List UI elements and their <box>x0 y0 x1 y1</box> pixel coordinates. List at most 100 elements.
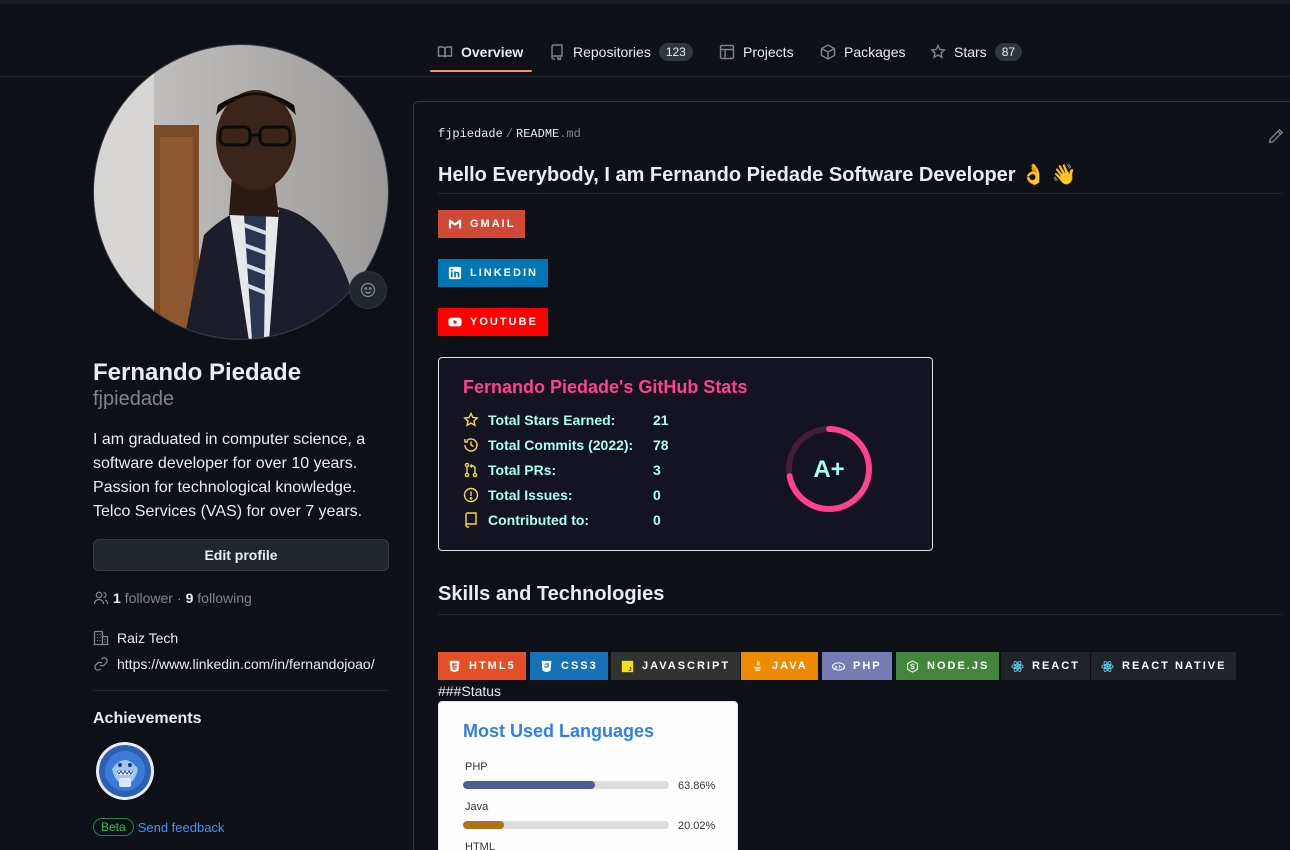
tab-label: Packages <box>844 44 906 60</box>
language-bar-track <box>463 781 669 789</box>
profile-bio: I am graduated in computer science, a so… <box>93 428 393 524</box>
nodejs-icon <box>907 659 918 673</box>
tab-overview[interactable]: Overview <box>437 41 523 63</box>
website-row: https://www.linkedin.com/in/fernandojoao… <box>93 656 375 672</box>
readme-breadcrumb: fjpiedade / README.md <box>438 127 581 141</box>
stat-value: 0 <box>653 487 661 503</box>
tab-repositories[interactable]: Repositories 123 <box>549 41 693 63</box>
javascript-icon: JS <box>621 660 634 672</box>
breadcrumb-separator: / <box>505 127 514 141</box>
react-badge[interactable]: REACT <box>1001 652 1090 680</box>
language-name: PHP <box>465 761 488 773</box>
java-icon <box>754 659 761 671</box>
pencil-icon <box>1268 128 1284 144</box>
languages-title: Most Used Languages <box>463 721 655 741</box>
language-bar-fill <box>463 781 595 789</box>
badge-label: LINKEDIN <box>470 267 538 279</box>
followers-label: follower <box>124 590 173 606</box>
tab-projects[interactable]: Projects <box>719 41 794 63</box>
issue-icon <box>463 487 479 503</box>
stat-value: 0 <box>653 512 661 528</box>
readme-file-ext: .md <box>559 127 581 141</box>
beta-badge: Beta <box>93 818 134 836</box>
dot-separator: · <box>176 590 182 606</box>
html5-badge[interactable]: HTML5 <box>438 652 526 680</box>
javascript-badge[interactable]: JS JAVASCRIPT <box>611 652 741 680</box>
table-icon <box>719 44 735 60</box>
repo-count-badge: 123 <box>658 43 693 61</box>
react-icon <box>1011 660 1024 672</box>
followers-link[interactable]: 1 follower <box>113 590 173 606</box>
stat-label: Total Commits (2022): <box>488 437 634 453</box>
readme-file-link[interactable]: README.md <box>516 127 581 141</box>
rank-grade: A+ <box>813 456 844 483</box>
send-feedback-link[interactable]: Send feedback <box>138 820 225 835</box>
tab-label: Stars <box>954 44 987 60</box>
company-row: Raiz Tech <box>93 630 178 646</box>
edit-profile-button[interactable]: Edit profile <box>93 539 389 571</box>
repo-icon <box>549 44 565 60</box>
stat-label: Total Issues: <box>488 487 573 503</box>
php-badge[interactable]: php PHP <box>822 652 892 680</box>
react-native-badge[interactable]: REACT NATIVE <box>1091 652 1237 680</box>
tab-stars[interactable]: Stars 87 <box>930 41 1023 63</box>
following-label: following <box>197 590 252 606</box>
star-icon <box>463 412 479 427</box>
bio-line: software developer for over 10 years. <box>93 455 358 472</box>
stat-value: 21 <box>653 412 669 428</box>
java-badge[interactable]: JAVA <box>741 652 818 680</box>
badge-label: GMAIL <box>470 218 516 230</box>
youtube-badge[interactable]: YOUTUBE <box>438 308 548 336</box>
people-icon <box>93 591 109 605</box>
tab-label: Overview <box>461 44 524 60</box>
nodejs-badge[interactable]: NODE.JS <box>896 652 1000 680</box>
stat-row-contributed: Contributed to: 0 <box>463 510 661 530</box>
following-link[interactable]: 9 following <box>186 590 252 606</box>
heading-rule <box>438 614 1283 615</box>
rank-circle: A+ <box>786 426 872 512</box>
php-icon: php <box>832 661 845 671</box>
stat-row-stars: Total Stars Earned: 21 <box>463 410 669 430</box>
history-icon <box>464 438 478 452</box>
language-name: HTML <box>465 841 495 850</box>
stats-title: Fernando Piedade's GitHub Stats <box>463 377 748 397</box>
set-status-button[interactable] <box>349 271 387 309</box>
badge-label: PHP <box>853 660 882 672</box>
gmail-badge[interactable]: GMAIL <box>438 210 526 238</box>
readme-file-name: README <box>516 127 560 141</box>
avatar[interactable] <box>93 44 389 340</box>
youtube-icon <box>448 317 462 327</box>
badge-label: YOUTUBE <box>470 316 538 328</box>
tab-label: Repositories <box>573 44 651 60</box>
website-link[interactable]: https://www.linkedin.com/in/fernandojoao… <box>117 656 375 672</box>
stat-value: 3 <box>653 462 661 478</box>
svg-text:JS: JS <box>628 666 634 672</box>
achievements-heading: Achievements <box>93 710 202 727</box>
badge-label: JAVASCRIPT <box>642 660 731 672</box>
stat-label: Total PRs: <box>488 462 557 478</box>
skills-heading: Skills and Technologies <box>438 583 665 605</box>
linkedin-icon <box>448 266 462 280</box>
bio-line: I am graduated in computer science, a <box>93 431 366 448</box>
book-icon <box>437 44 453 60</box>
tab-packages[interactable]: Packages <box>820 41 905 63</box>
css3-badge[interactable]: CSS3 <box>530 652 608 680</box>
readme-owner-link[interactable]: fjpiedade <box>438 127 503 141</box>
profile-name: Fernando Piedade <box>93 359 302 386</box>
badge-label: REACT <box>1032 660 1080 672</box>
language-percent: 63.86% <box>678 780 716 792</box>
heading-rule <box>438 193 1283 194</box>
github-stats-card[interactable]: Fernando Piedade's GitHub Stats Total St… <box>438 357 933 551</box>
package-icon <box>820 44 836 60</box>
company-name: Raiz Tech <box>117 630 179 646</box>
gmail-icon <box>448 219 462 229</box>
edit-readme-button[interactable] <box>1268 128 1284 144</box>
star-icon <box>930 44 946 60</box>
linkedin-badge[interactable]: LINKEDIN <box>438 259 548 287</box>
badge-label: NODE.JS <box>927 660 990 672</box>
pull-request-icon <box>464 462 478 478</box>
achievement-badge[interactable] <box>95 741 155 801</box>
languages-card[interactable]: Most Used Languages PHP 63.86% Java 20.0… <box>438 701 738 850</box>
follow-stats: 1 follower · 9 following <box>93 590 252 606</box>
repo-icon <box>465 512 477 528</box>
